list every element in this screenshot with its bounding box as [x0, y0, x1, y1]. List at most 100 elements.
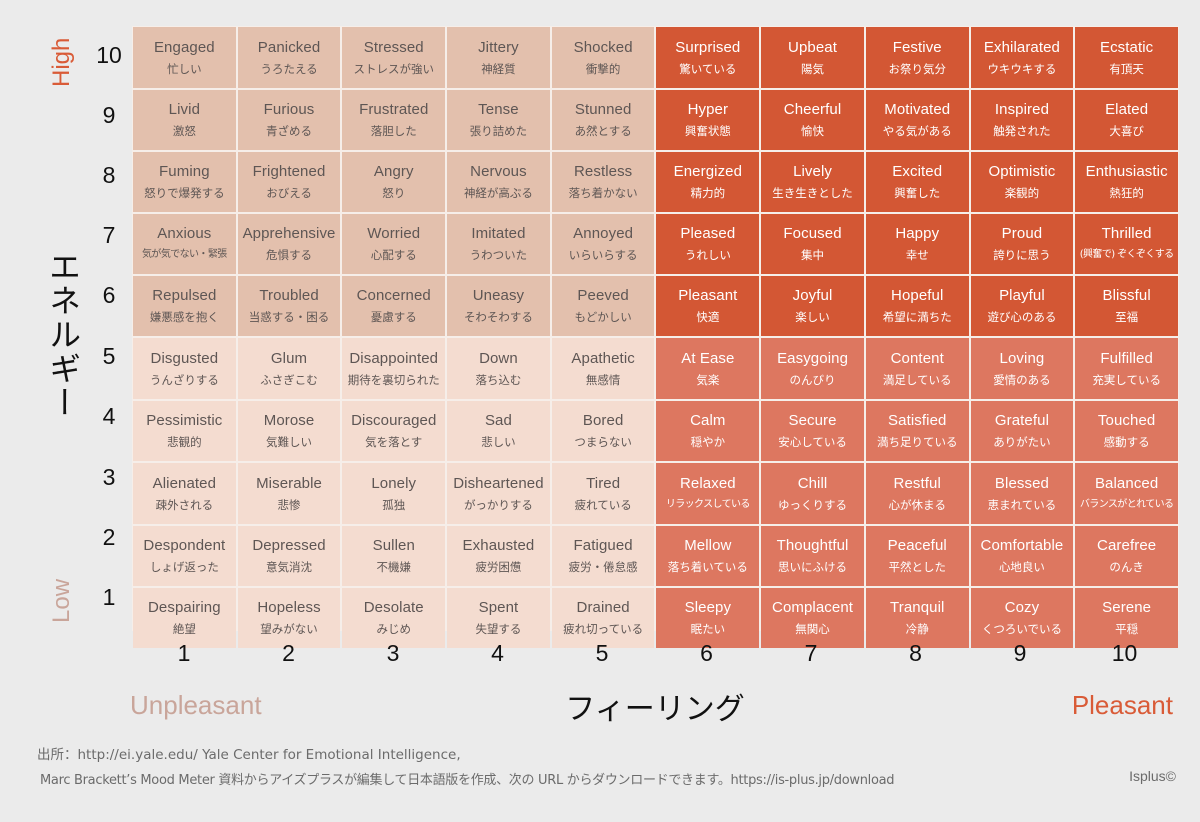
mood-label-ja: 憂慮する	[370, 310, 417, 324]
mood-label-en: Uneasy	[472, 287, 525, 304]
source-citation: 出所：http://ei.yale.edu/ Yale Center for E…	[37, 747, 461, 763]
mood-label-ja: 疲労・倦怠感	[568, 560, 638, 574]
mood-label-ja: 誇りに思う	[993, 248, 1051, 262]
mood-label-ja: 至福	[1115, 310, 1139, 324]
mood-label-ja: 恵まれている	[987, 497, 1057, 512]
mood-label-ja: ありがたい	[993, 435, 1051, 449]
mood-label-en: Engaged	[153, 38, 215, 56]
mood-cell: Thoughtful 思いにふける	[761, 526, 864, 586]
mood-label-ja: 楽観的	[1004, 186, 1040, 200]
mood-cell: Optimistic 楽観的	[970, 152, 1074, 212]
mood-label-en: Thrilled	[1101, 225, 1152, 242]
y-tick-label: 3	[102, 463, 116, 490]
mood-meter-grid: Engaged 忙しい Panicked うろたえる Stressed ストレスが強い Ji…	[132, 26, 1179, 648]
y-tick-label: 1	[102, 584, 116, 610]
mood-label-ja: しょげ返った	[149, 560, 219, 574]
mood-cell: Comfortable 心地良い	[970, 526, 1074, 586]
mood-cell: Elated 大喜び	[1075, 90, 1178, 150]
mood-cell: Repulsed 嫌悪感を抱く	[133, 276, 236, 336]
mood-cell: Serene 平穏	[1075, 588, 1178, 648]
mood-label-en: Miserable	[256, 474, 322, 492]
mood-label-en: Bored	[582, 412, 624, 429]
copyright-notice: Isplus©	[1129, 768, 1176, 784]
y-tick-label: 6	[102, 282, 116, 308]
mood-label-en: Imitated	[471, 225, 526, 242]
mood-label-ja: 満足している	[882, 372, 952, 387]
mood-label-ja: もどかしい	[574, 310, 632, 324]
mood-cell: Hopeful 希望に満ちた	[865, 276, 969, 336]
mood-label-ja: 幸せ	[905, 248, 929, 262]
mood-label-en: Morose	[263, 412, 315, 429]
mood-label-en: Serene	[1102, 599, 1152, 616]
mood-label-ja: 危惧する	[266, 248, 313, 262]
mood-label-en: Stressed	[363, 38, 424, 56]
y-tick-label: 10	[96, 41, 122, 68]
mood-label-ja: うわついた	[469, 248, 528, 262]
mood-label-en: Ecstatic	[1099, 38, 1154, 56]
mood-cell: Excited 興奮した	[865, 152, 969, 212]
mood-label-en: At Ease	[681, 349, 735, 367]
mood-label-en: Despondent	[143, 537, 226, 554]
mood-label-ja: 気楽	[696, 372, 720, 387]
mood-label-ja: リラックスしている	[665, 498, 751, 510]
mood-cell: Concerned 憂慮する	[342, 276, 446, 336]
mood-label-ja: 興奮状態	[684, 124, 731, 138]
mood-label-ja: のんき	[1109, 560, 1144, 574]
mood-cell: Glum ふさぎこむ	[237, 338, 341, 399]
mood-label-ja: 遊び心のある	[987, 310, 1057, 324]
mood-label-ja: 疎外される	[155, 497, 214, 512]
mood-label-en: Nervous	[470, 163, 527, 180]
mood-label-ja: ストレスが強い	[353, 61, 434, 76]
mood-label-en: Drained	[576, 599, 630, 616]
mood-label-ja: 失望する	[475, 622, 522, 636]
mood-cell: Satisfied 満ち足りている	[865, 401, 969, 461]
mood-cell: Tranquil 冷静	[865, 588, 969, 648]
mood-label-ja: 精力的	[690, 186, 726, 200]
x-tick-label: 3	[386, 640, 400, 666]
x-tick-label: 9	[1013, 640, 1027, 666]
y-tick-label: 2	[102, 524, 116, 550]
mood-label-en: Fuming	[159, 163, 210, 180]
mood-label-ja: 疲れている	[574, 497, 632, 512]
mood-label-en: Secure	[788, 412, 837, 429]
mood-cell: Easygoing のんびり	[761, 338, 864, 399]
mood-label-ja: 落ち着かない	[568, 186, 638, 200]
mood-label-en: Balanced	[1094, 474, 1159, 492]
mood-label-ja: 冷静	[905, 622, 929, 636]
download-note: Marc Brackett’s Mood Meter 資料からアイズプラスが編集…	[40, 773, 895, 788]
mood-label-en: Proud	[1001, 225, 1043, 242]
mood-label-ja: 落胆した	[370, 124, 417, 138]
mood-cell: Ecstatic 有頂天	[1075, 27, 1178, 88]
mood-label-ja: 孤独	[382, 497, 406, 512]
mood-cell: Cozy くつろいでいる	[970, 588, 1074, 648]
x-tick-label: 10	[1111, 640, 1138, 666]
mood-label-en: Pleasant	[678, 287, 738, 304]
mood-cell: Thrilled (興奮で) ぞくぞくする	[1075, 214, 1178, 274]
mood-label-en: Exhilarated	[983, 38, 1061, 56]
mood-label-ja: 心が休まる	[888, 497, 946, 512]
mood-label-en: Furious	[263, 101, 315, 118]
mood-cell: Stunned あ然とする	[551, 90, 655, 150]
mood-label-en: Desolate	[363, 599, 424, 616]
mood-label-en: Disappointed	[349, 349, 439, 367]
mood-label-en: Cozy	[1004, 599, 1040, 616]
mood-label-ja: 集中	[801, 248, 825, 262]
mood-label-ja: お祭り気分	[888, 61, 946, 76]
mood-cell: Loving 愛情のある	[970, 338, 1074, 399]
mood-cell: Apathetic 無感情	[551, 338, 655, 399]
mood-cell: Focused 集中	[761, 214, 864, 274]
mood-label-ja: 悲しい	[481, 435, 516, 449]
mood-cell: Tense 張り詰めた	[447, 90, 550, 150]
mood-label-en: Grateful	[994, 412, 1050, 429]
mood-cell: Lively 生き生きとした	[761, 152, 864, 212]
mood-label-en: Content	[890, 349, 944, 367]
mood-cell: Tired 疲れている	[551, 463, 655, 524]
mood-label-en: Playful	[999, 287, 1045, 304]
mood-cell: Nervous 神経が高ぶる	[447, 152, 550, 212]
mood-label-ja: 疲れ切っている	[563, 622, 644, 636]
mood-label-ja: 生き生きとした	[772, 186, 853, 200]
mood-label-ja: 楽しい	[795, 310, 830, 324]
mood-label-en: Shocked	[573, 38, 633, 56]
mood-label-en: Sullen	[372, 537, 415, 554]
mood-label-ja: 神経質	[481, 61, 516, 76]
